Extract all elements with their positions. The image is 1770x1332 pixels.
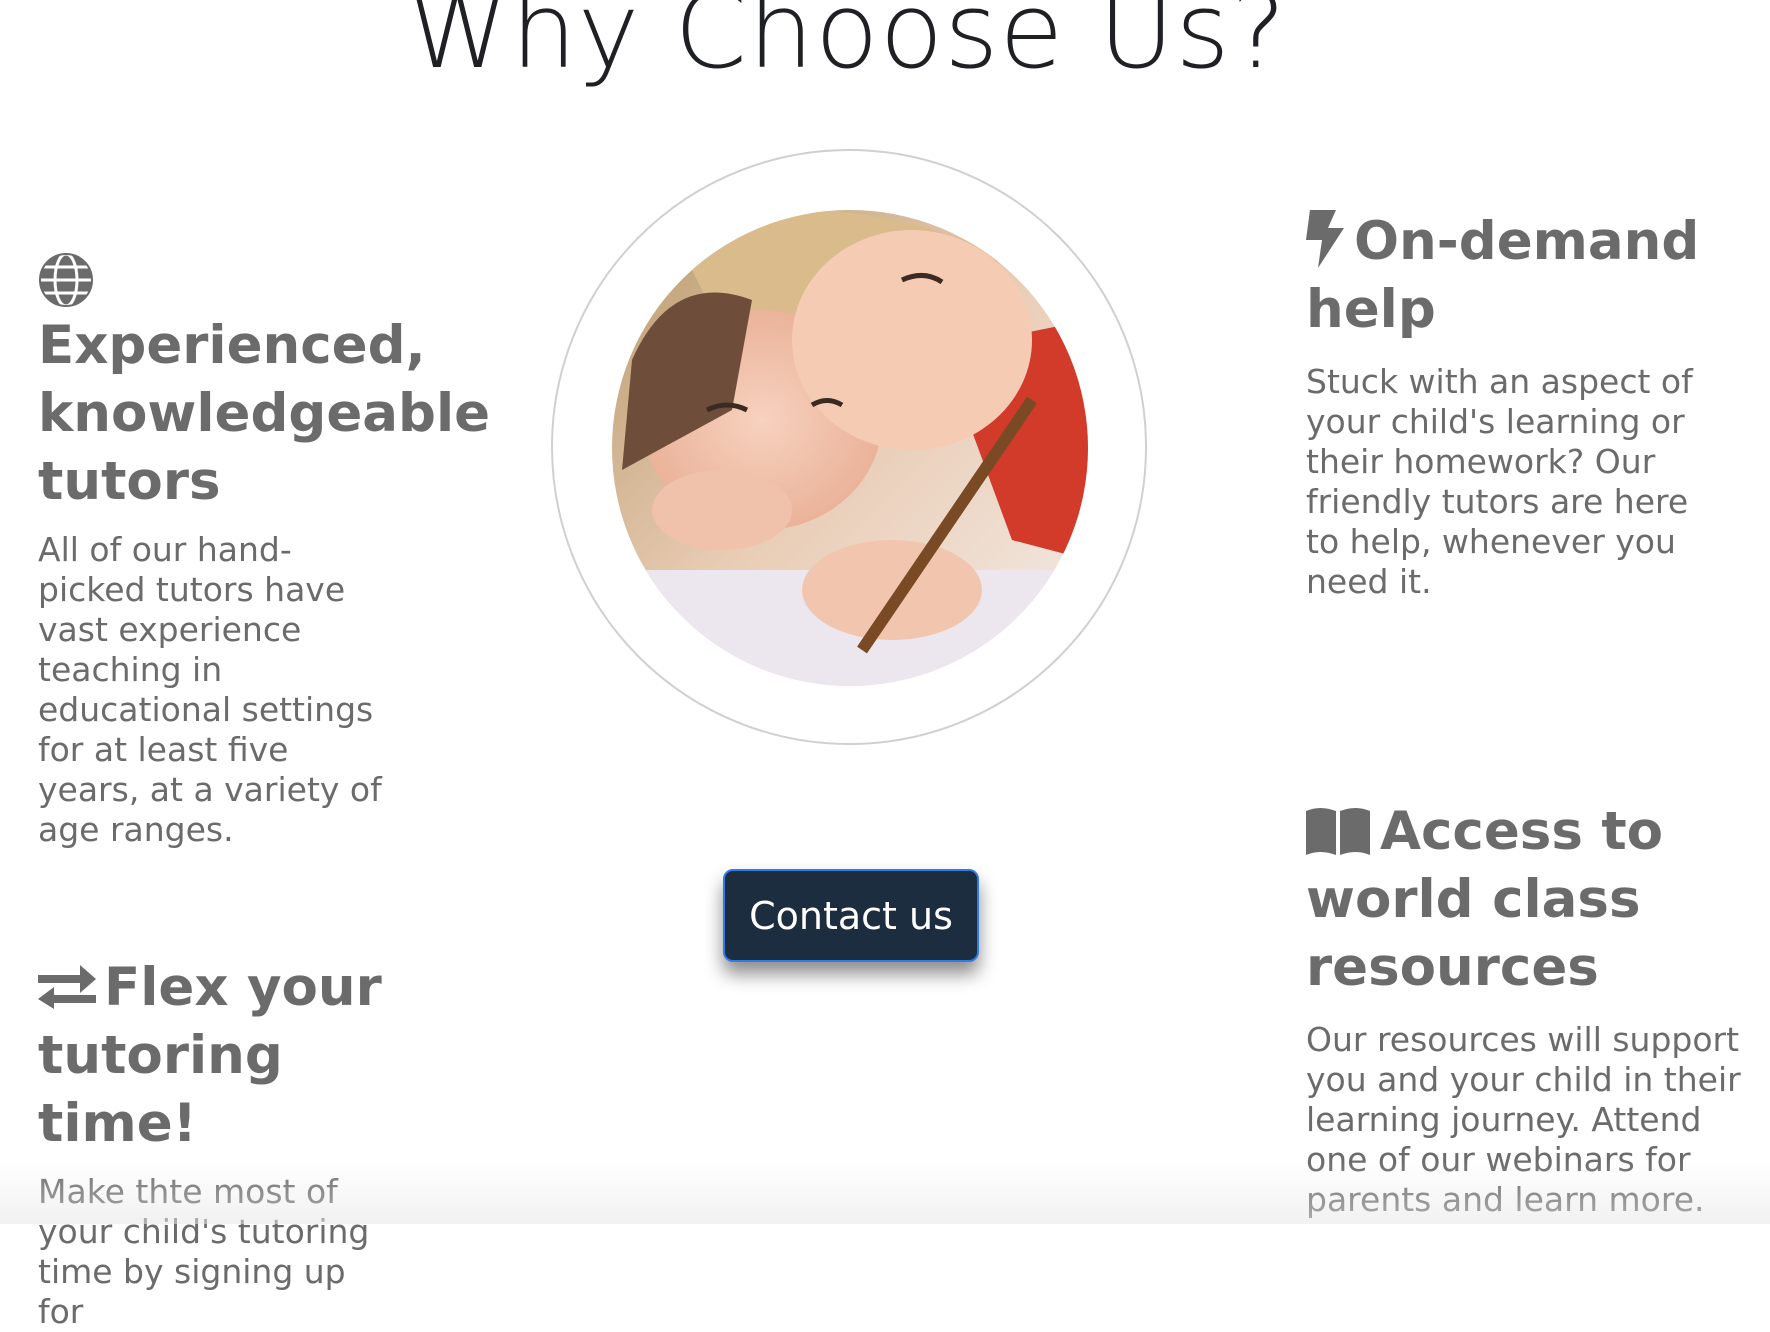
globe-icon xyxy=(39,252,93,308)
children-drawing-photo xyxy=(612,210,1088,686)
feature-world-class-resources: Access to world class resources Our reso… xyxy=(1306,798,1746,1220)
feature-heading: Flex your tutoring time! xyxy=(38,957,382,1154)
feature-description: Our resources will support you and your … xyxy=(1306,1020,1741,1219)
contact-us-button[interactable]: Contact us xyxy=(723,869,979,962)
feature-description: Stuck with an aspect of your child's lea… xyxy=(1306,362,1693,601)
feature-description: Make thte most of your child's tutoring … xyxy=(38,1172,370,1331)
feature-heading: Access to world class resources xyxy=(1306,801,1664,998)
lightning-bolt-icon xyxy=(1306,210,1344,269)
feature-on-demand-help: On-demand help Stuck with an aspect of y… xyxy=(1306,208,1746,602)
page-title: Why Choose Us? xyxy=(407,0,1287,92)
open-book-icon xyxy=(1306,808,1370,856)
feature-flex-time: Flex your tutoring time! Make thte most … xyxy=(38,954,438,1332)
feature-heading: On-demand help xyxy=(1306,210,1700,340)
feature-experienced-tutors: Experienced, knowledgeable tutors All of… xyxy=(38,252,491,850)
feature-description: All of our hand-picked tutors have vast … xyxy=(38,530,382,849)
feature-heading: Experienced, knowledgeable tutors xyxy=(38,315,491,512)
exchange-arrows-icon xyxy=(38,965,96,1010)
photo-illustration xyxy=(612,210,1088,686)
